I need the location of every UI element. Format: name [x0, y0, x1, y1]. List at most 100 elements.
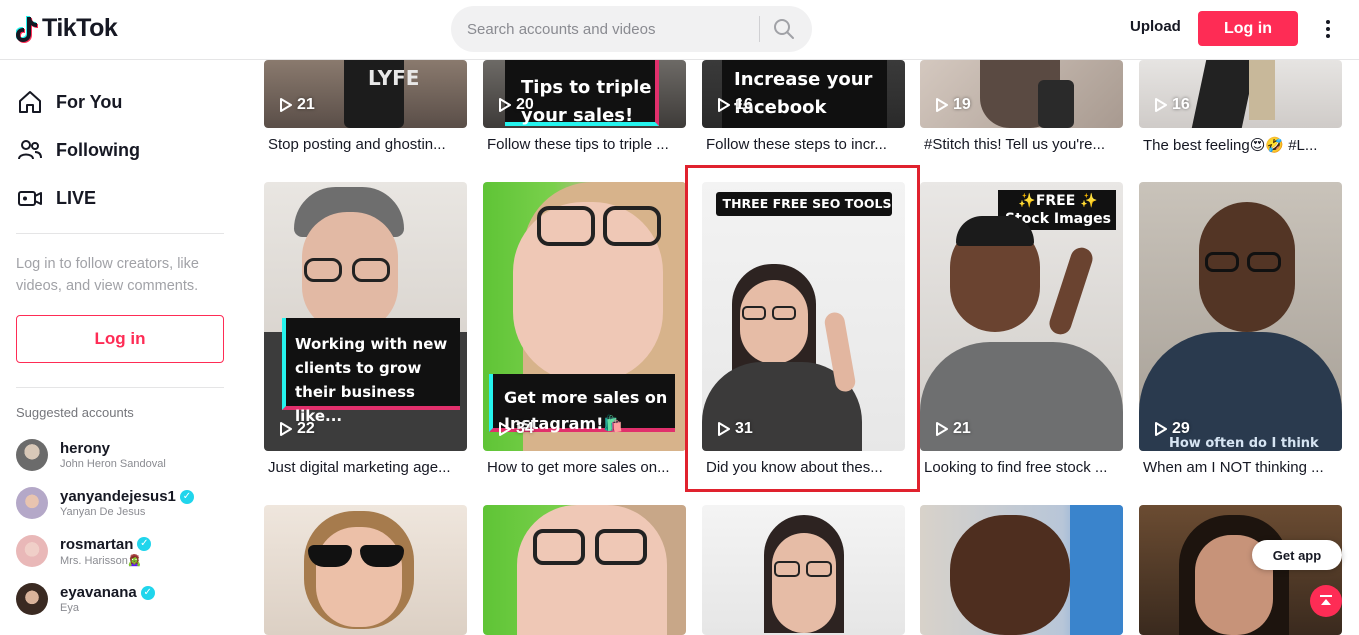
- video-thumbnail: Tips to triple your sales! 20: [483, 60, 686, 128]
- thumbnail-overlay-text: LYFE: [368, 66, 420, 90]
- suggested-account-herony[interactable]: herony John Heron Sandoval: [16, 435, 226, 475]
- tiktok-note-icon: [16, 15, 38, 43]
- video-caption: How to get more sales on...: [487, 459, 670, 476]
- view-count-value: 19: [953, 96, 971, 113]
- search-divider: [759, 16, 760, 42]
- view-count-value: 22: [297, 420, 315, 437]
- nav-label-for-you: For You: [56, 91, 123, 112]
- verified-badge-icon: ✓: [179, 489, 194, 504]
- sidebar-login-button[interactable]: Log in: [16, 315, 224, 363]
- view-count: 21: [280, 96, 315, 114]
- play-icon: [499, 98, 511, 112]
- account-display-name: Mrs. Harisson🧟‍♀️: [60, 554, 142, 567]
- nav-live[interactable]: LIVE: [16, 182, 96, 214]
- view-count: 19: [936, 96, 971, 114]
- video-card[interactable]: ✨FREE ✨ Stock Images 21 Looking to find …: [920, 182, 1123, 482]
- home-icon: [16, 88, 44, 116]
- video-card[interactable]: Get more sales on Instagram!🛍️ 34 How to…: [483, 182, 686, 482]
- video-thumbnail: [264, 505, 467, 635]
- video-card[interactable]: Tips to triple your sales! 20 Follow the…: [483, 60, 686, 160]
- video-caption: Looking to find free stock ...: [924, 459, 1108, 476]
- suggested-accounts-title: Suggested accounts: [16, 405, 134, 420]
- video-card[interactable]: LYFE 21 Stop posting and ghostin...: [264, 60, 467, 160]
- view-count: 31: [718, 420, 753, 438]
- video-card[interactable]: 19 #Stitch this! Tell us you're...: [920, 60, 1123, 160]
- video-thumbnail: Increase your facebook 16: [702, 60, 905, 128]
- avatar: [16, 535, 48, 567]
- video-card[interactable]: 16 The best feeling😍🤣 #L...: [1139, 60, 1342, 160]
- top-header: TikTok Upload Log in: [0, 0, 1359, 60]
- video-card[interactable]: Increase your facebook 16 Follow these s…: [702, 60, 905, 160]
- view-count-value: 21: [297, 96, 315, 113]
- arrow-up-icon: [1320, 595, 1332, 605]
- search-input[interactable]: [451, 6, 751, 52]
- thumbnail-overlay-text: Tips to triple your sales!: [521, 77, 652, 126]
- live-camera-icon: [16, 184, 44, 212]
- view-count: 34: [499, 420, 534, 438]
- video-thumbnail: 16: [1139, 60, 1342, 128]
- video-thumbnail: LYFE 21: [264, 60, 467, 128]
- video-caption: Follow these tips to triple ...: [487, 136, 669, 153]
- video-thumbnail: How often do I think 29: [1139, 182, 1342, 451]
- account-display-name: Yanyan De Jesus: [60, 506, 146, 518]
- account-username: rosmartan: [60, 535, 134, 553]
- video-card[interactable]: [702, 505, 905, 635]
- view-count-value: 16: [1172, 96, 1190, 113]
- logo-text: TikTok: [42, 14, 118, 42]
- play-icon: [718, 98, 730, 112]
- video-card[interactable]: [483, 505, 686, 635]
- video-card[interactable]: Working with new clients to grow their b…: [264, 182, 467, 482]
- search-button[interactable]: [769, 16, 799, 42]
- video-thumbnail: THREE FREE SEO TOOLS 31: [702, 182, 905, 451]
- account-display-name: Eya: [60, 602, 79, 614]
- video-caption: #Stitch this! Tell us you're...: [924, 136, 1106, 153]
- back-to-top-button[interactable]: [1310, 585, 1342, 617]
- header-login-button[interactable]: Log in: [1198, 11, 1298, 46]
- video-card[interactable]: [920, 505, 1123, 635]
- login-hint-text: Log in to follow creators, like videos, …: [16, 256, 199, 294]
- suggested-account-yanyandejesus1[interactable]: yanyandejesus1 ✓ Yanyan De Jesus: [16, 483, 226, 523]
- get-app-button[interactable]: Get app: [1252, 540, 1342, 570]
- avatar: [16, 487, 48, 519]
- nav-label-live: LIVE: [56, 187, 97, 208]
- view-count: 16: [718, 96, 753, 114]
- nav-for-you[interactable]: For You: [16, 86, 122, 118]
- view-count-value: 31: [735, 420, 753, 437]
- suggested-account-eyavanana[interactable]: eyavanana ✓ Eya: [16, 579, 226, 619]
- suggested-account-rosmartan[interactable]: rosmartan ✓ Mrs. Harisson🧟‍♀️: [16, 531, 226, 571]
- account-username: yanyandejesus1: [60, 488, 176, 505]
- upload-link[interactable]: Upload: [1130, 18, 1181, 35]
- view-count-value: 34: [516, 420, 534, 437]
- video-card[interactable]: How often do I think 29 When am I NOT th…: [1139, 182, 1342, 482]
- view-count: 22: [280, 420, 315, 438]
- video-thumbnail: [1139, 505, 1342, 635]
- play-icon: [936, 422, 948, 436]
- video-caption: Did you know about thes...: [706, 459, 883, 476]
- tiktok-logo[interactable]: TikTok: [16, 14, 118, 43]
- more-options-icon[interactable]: [1318, 17, 1338, 41]
- video-thumbnail: [920, 505, 1123, 635]
- view-count: 20: [499, 96, 534, 114]
- play-icon: [718, 422, 730, 436]
- video-thumbnail: ✨FREE ✨ Stock Images 21: [920, 182, 1123, 451]
- video-card[interactable]: THREE FREE SEO TOOLS 31 Did you know abo…: [702, 182, 905, 482]
- video-thumbnail: Working with new clients to grow their b…: [264, 182, 467, 451]
- thumbnail-overlay-text: How often do I think: [1169, 436, 1319, 451]
- video-card[interactable]: [264, 505, 467, 635]
- sidebar-divider: [16, 233, 224, 234]
- video-thumbnail: [702, 505, 905, 635]
- view-count-value: 29: [1172, 420, 1190, 437]
- nav-following[interactable]: Following: [16, 134, 140, 166]
- view-count-value: 16: [735, 96, 753, 113]
- search-bar: [451, 6, 812, 52]
- video-thumbnail: Get more sales on Instagram!🛍️ 34: [483, 182, 686, 451]
- view-count-value: 21: [953, 420, 971, 437]
- play-icon: [280, 98, 292, 112]
- account-username: eyavanana: [60, 584, 137, 601]
- play-icon: [936, 98, 948, 112]
- video-thumbnail: [483, 505, 686, 635]
- nav-label-following: Following: [56, 139, 140, 160]
- video-thumbnail: 19: [920, 60, 1123, 128]
- thumbnail-overlay-text: Increase your facebook: [734, 69, 873, 118]
- sidebar: For You Following LIVE Log in to follow …: [0, 60, 240, 623]
